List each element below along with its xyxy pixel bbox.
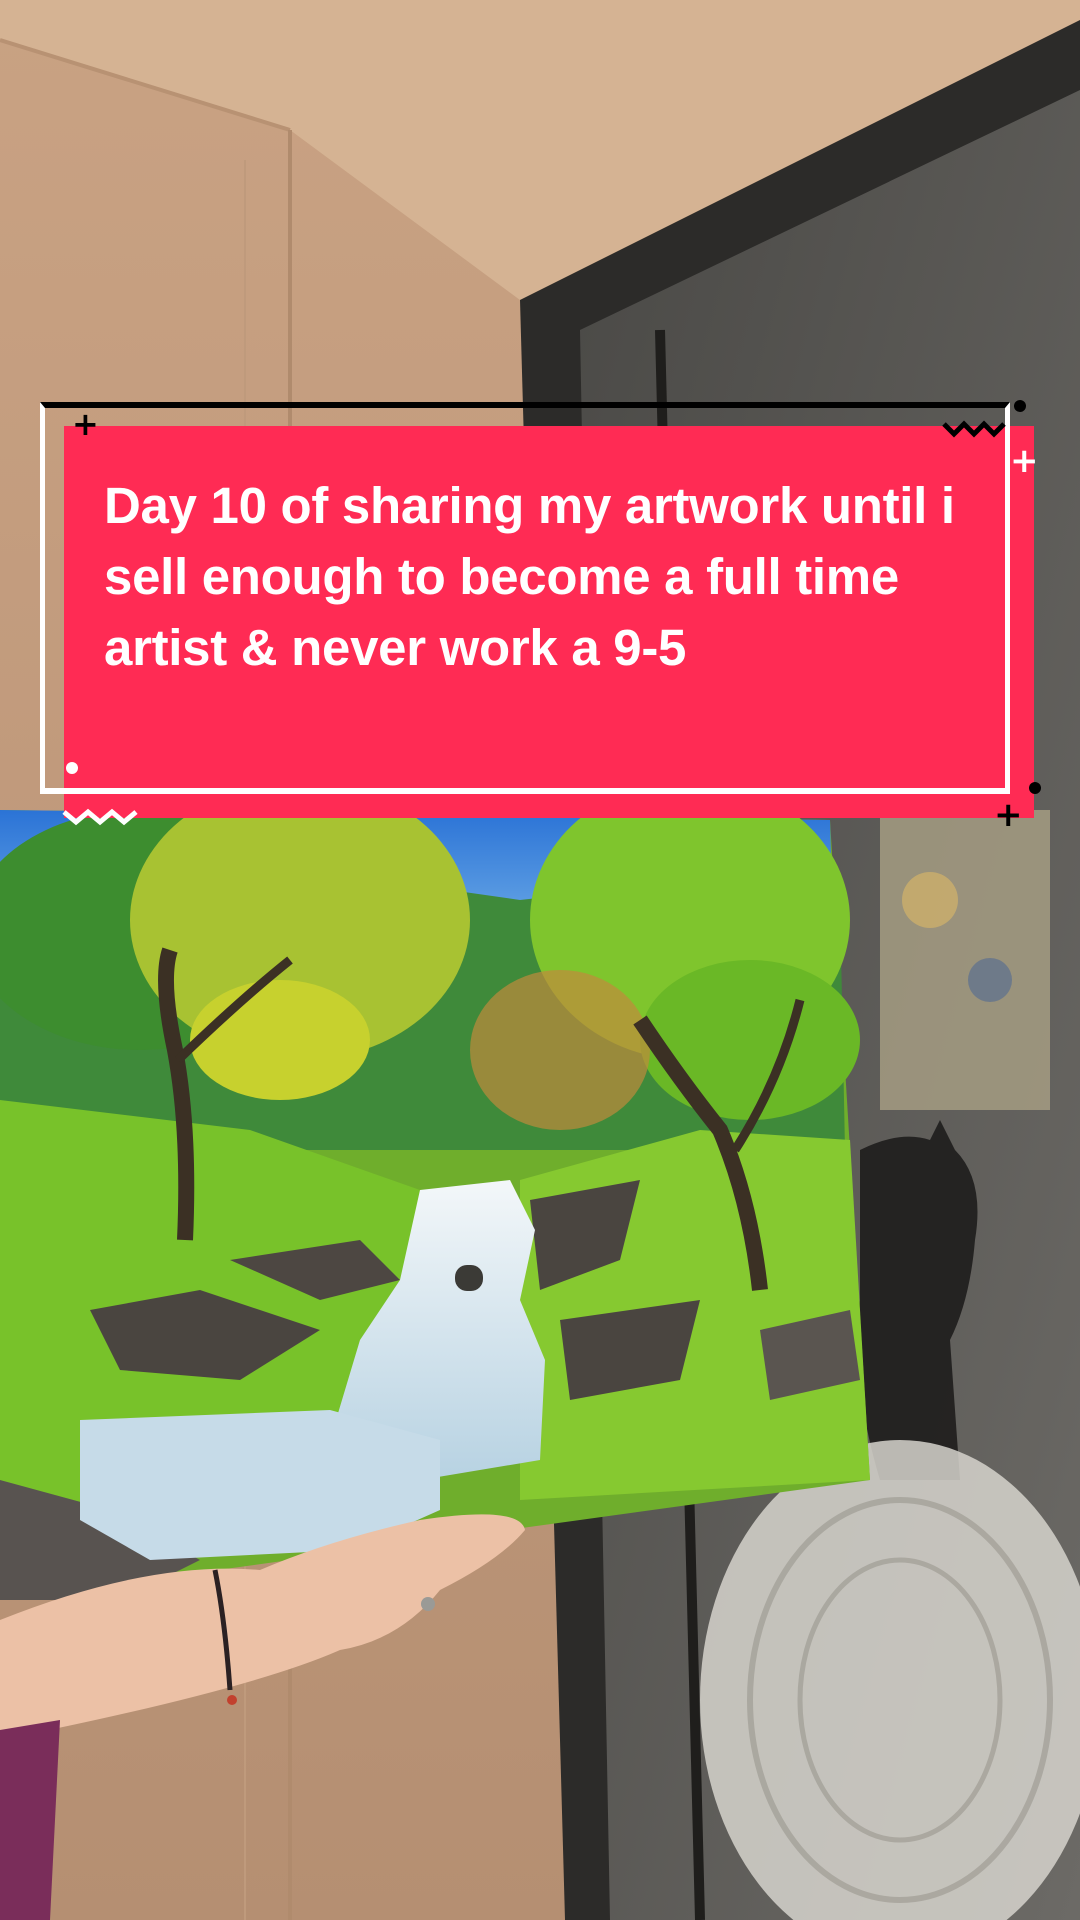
dot-decoration-bottom-left [66,762,78,774]
sleeve [0,1720,60,1920]
background-photo [0,0,1080,1920]
painting [0,780,870,1600]
dot-decoration-bottom-right [1029,782,1041,794]
zigzag-decoration-top-right [942,420,1006,438]
caption-text: Day 10 of sharing my artwork until i sel… [104,477,955,676]
plus-decoration-top-right: + [1010,441,1039,481]
dot-decoration-top-right [1014,400,1026,412]
zigzag-decoration-bottom-left [62,808,138,826]
plus-decoration-top-left: + [72,405,99,443]
poster [880,810,1050,1110]
video-frame: + + + Day 10 of sharing my artwork until… [0,0,1080,1920]
plus-decoration-bottom-right: + [994,795,1023,835]
